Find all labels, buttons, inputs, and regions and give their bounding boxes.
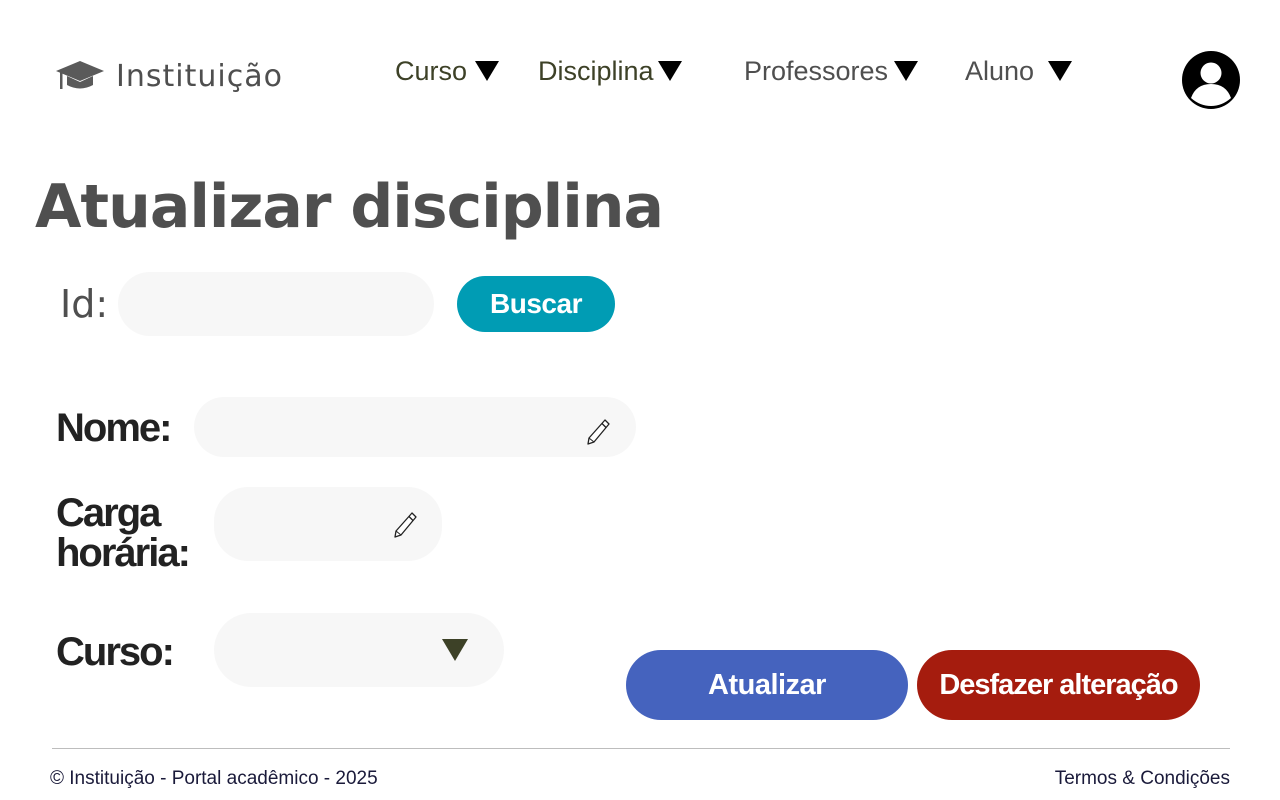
terms-link[interactable]: Termos & Condições	[1055, 768, 1230, 790]
update-button[interactable]: Atualizar	[626, 650, 908, 720]
search-button[interactable]: Buscar	[457, 276, 615, 332]
nav-aluno[interactable]: Aluno	[965, 54, 1073, 88]
nav-curso[interactable]: Curso	[395, 54, 500, 88]
user-avatar-icon[interactable]	[1182, 51, 1240, 109]
pencil-icon[interactable]	[392, 510, 418, 540]
caret-down-icon	[1048, 61, 1073, 81]
caret-down-icon	[894, 61, 919, 81]
brand-name: Instituição	[116, 58, 283, 94]
nav-professores[interactable]: Professores	[744, 54, 919, 88]
page-title: Atualizar disciplina	[35, 172, 664, 242]
pencil-icon[interactable]	[585, 417, 611, 447]
brand-logo[interactable]: Instituição	[54, 58, 283, 94]
nav-professores-label: Professores	[744, 56, 889, 86]
nome-input[interactable]	[194, 397, 636, 457]
caret-down-icon	[475, 61, 500, 81]
nav-curso-label: Curso	[395, 56, 468, 86]
id-input[interactable]	[118, 272, 434, 336]
footer-copyright: © Instituição - Portal acadêmico - 2025	[50, 768, 378, 789]
page: Instituição Curso Disciplina Professores…	[0, 0, 1280, 800]
nav-aluno-label: Aluno	[965, 56, 1035, 86]
id-label: Id:	[60, 282, 109, 326]
nome-label: Nome:	[56, 406, 172, 450]
carga-label-line2: horária:	[56, 531, 191, 575]
curso-select[interactable]	[214, 613, 504, 687]
graduation-cap-icon	[56, 61, 104, 89]
caret-down-icon	[657, 61, 682, 81]
curso-label: Curso:	[56, 630, 175, 674]
undo-changes-button[interactable]: Desfazer alteração	[917, 650, 1200, 720]
nav-disciplina[interactable]: Disciplina	[538, 54, 682, 88]
carga-label-line1: Carga	[56, 491, 161, 535]
nav-disciplina-label: Disciplina	[538, 56, 654, 86]
chevron-down-icon	[442, 639, 468, 661]
footer-divider	[52, 748, 1230, 749]
carga-horaria-label: Carga horária:	[56, 491, 191, 575]
